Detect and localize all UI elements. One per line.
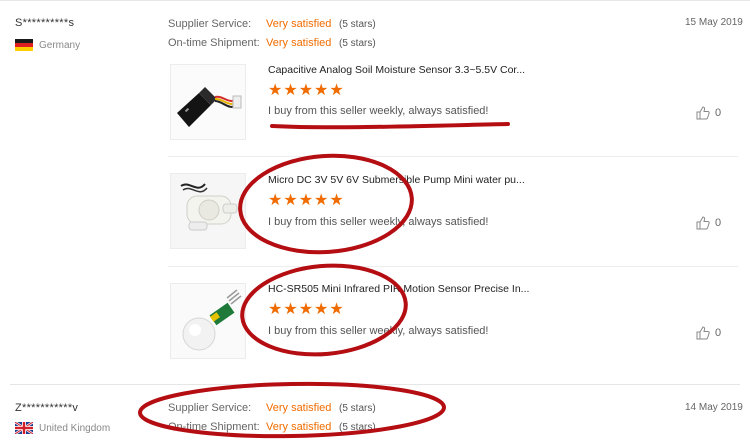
supplier-service-value: Very satisfied: [266, 18, 332, 30]
review-comment: I buy from this seller weekly, always sa…: [268, 105, 489, 117]
shipment-label: On-time Shipment:: [168, 421, 260, 433]
top-divider: [0, 0, 750, 1]
item-divider: [168, 156, 738, 157]
annotation-underline: [270, 122, 510, 130]
supplier-service-label: Supplier Service:: [168, 402, 252, 414]
germany-flag-icon: [15, 39, 33, 51]
supplier-service-stars: (5 stars): [339, 403, 376, 414]
helpful-count: 0: [715, 327, 722, 339]
helpful-button[interactable]: 0: [696, 106, 721, 120]
helpful-button[interactable]: 0: [696, 326, 721, 340]
product-rating-stars: ★★★★★: [268, 82, 345, 99]
reviewer-country: United Kingdom: [15, 422, 110, 434]
review-divider: [10, 384, 740, 385]
reviewer-name: Z***********v: [15, 402, 79, 414]
item-divider: [168, 266, 738, 267]
review-date: 14 May 2019: [685, 402, 743, 413]
country-name: Germany: [39, 39, 81, 51]
helpful-count: 0: [715, 217, 722, 229]
uk-flag-icon: [15, 422, 33, 434]
helpful-count: 0: [715, 107, 722, 119]
shipment-label: On-time Shipment:: [168, 37, 260, 49]
reviewer-name: S**********s: [15, 17, 75, 29]
product-title[interactable]: Capacitive Analog Soil Moisture Sensor 3…: [268, 64, 538, 76]
thumbs-up-icon: [696, 216, 710, 230]
product-rating-stars: ★★★★★: [268, 192, 345, 209]
product-title[interactable]: HC-SR505 Mini Infrared PIR Motion Sensor…: [268, 283, 538, 295]
water-pump-image: [171, 174, 245, 248]
soil-sensor-image: [171, 65, 245, 139]
product-thumbnail[interactable]: [170, 64, 246, 140]
review-comment: I buy from this seller weekly, always sa…: [268, 325, 489, 337]
thumbs-up-icon: [696, 106, 710, 120]
product-thumbnail[interactable]: [170, 283, 246, 359]
pir-sensor-image: [171, 284, 245, 358]
shipment-stars: (5 stars): [339, 38, 376, 49]
thumbs-up-icon: [696, 326, 710, 340]
review-date: 15 May 2019: [685, 17, 743, 28]
shipment-value: Very satisfied: [266, 421, 332, 433]
reviewer-country: Germany: [15, 39, 80, 51]
product-title[interactable]: Micro DC 3V 5V 6V Submersible Pump Mini …: [268, 174, 538, 186]
supplier-service-stars: (5 stars): [339, 19, 376, 30]
supplier-service-value: Very satisfied: [266, 402, 332, 414]
helpful-button[interactable]: 0: [696, 216, 721, 230]
product-rating-stars: ★★★★★: [268, 301, 345, 318]
review-comment: I buy from this seller weekly, always sa…: [268, 216, 489, 228]
country-name: United Kingdom: [39, 422, 111, 434]
supplier-service-label: Supplier Service:: [168, 18, 252, 30]
shipment-value: Very satisfied: [266, 37, 332, 49]
shipment-stars: (5 stars): [339, 422, 376, 433]
product-thumbnail[interactable]: [170, 173, 246, 249]
